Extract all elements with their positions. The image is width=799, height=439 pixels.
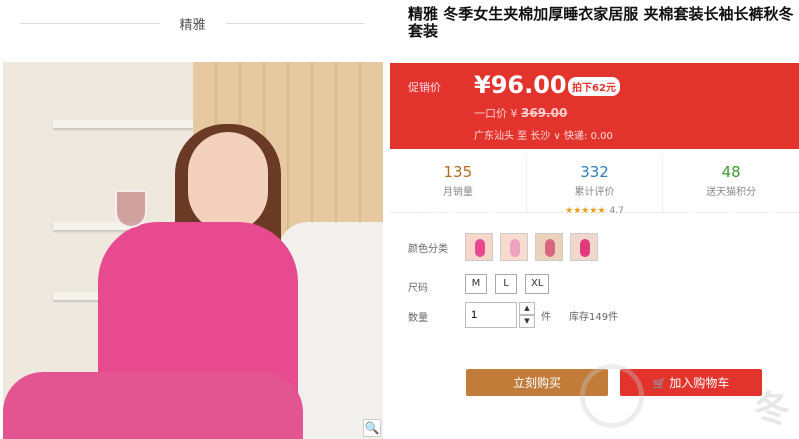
quantity-up-icon[interactable]: ▲: [519, 302, 535, 315]
size-option-l[interactable]: L: [495, 274, 517, 294]
swatch-thumbnail: [545, 239, 555, 257]
stat-monthly-sales: 135 月销量: [390, 155, 527, 212]
stat-value: 135: [443, 163, 473, 181]
quantity-label: 数量: [408, 313, 428, 324]
product-page: 精雅 🔍 精雅 冬季女生夹棉加厚睡衣家居服 夹棉套装长袖长裤秋冬套装 促销价 ¥…: [0, 0, 799, 439]
quantity-input[interactable]: [465, 302, 517, 328]
watermark-glyph: 冬: [753, 389, 790, 430]
price-panel: 促销价 ¥96.00 拍下62元 一口价 ¥ 369.00 广东汕头 至 长沙 …: [390, 63, 799, 149]
stat-label: 送天猫积分: [706, 187, 757, 198]
stats-bar: 135 月销量 332 累计评价 ★★★★★ 4.7 48 送天猫积分: [390, 155, 799, 216]
star-icons: ★★★★★: [565, 206, 606, 216]
size-option-m[interactable]: M: [465, 274, 487, 294]
swatch-thumbnail: [580, 239, 590, 257]
gallery: 精雅 🔍: [0, 0, 385, 439]
original-price-value: 369.00: [521, 106, 568, 120]
quantity-buttons: ▲ ▼: [519, 302, 535, 328]
quantity-down-icon[interactable]: ▼: [519, 315, 535, 328]
stat-reviews[interactable]: 332 累计评价 ★★★★★ 4.7: [527, 155, 664, 216]
divider: [20, 22, 160, 24]
swatch-thumbnail: [475, 239, 485, 257]
color-swatch[interactable]: [500, 233, 528, 261]
product-photo[interactable]: 🔍: [3, 62, 383, 439]
quantity-stepper: ▲ ▼ 件 库存149件: [465, 302, 618, 328]
color-label: 颜色分类: [408, 244, 448, 255]
watermark-logo: [580, 364, 644, 428]
wine-glass: [115, 190, 147, 228]
stock-count: 库存149件: [569, 311, 619, 323]
store-header: 精雅: [0, 0, 385, 46]
color-swatch[interactable]: [570, 233, 598, 261]
shipping-info[interactable]: 广东汕头 至 长沙 ∨ 快递: 0.00: [474, 127, 613, 142]
size-option-xl[interactable]: XL: [525, 274, 550, 294]
stat-label: 月销量: [442, 187, 473, 198]
stat-points: 48 送天猫积分: [663, 155, 799, 212]
divider: [225, 22, 366, 24]
stat-label: 累计评价: [574, 187, 615, 198]
model-pants: [3, 372, 303, 439]
color-swatch[interactable]: [535, 233, 563, 261]
product-title: 精雅 冬季女生夹棉加厚睡衣家居服 夹棉套装长袖长裤秋冬套装: [408, 5, 794, 40]
size-label: 尺码: [408, 283, 428, 294]
original-price-label: 一口价: [474, 107, 507, 120]
shelf: [53, 120, 193, 128]
store-name[interactable]: 精雅: [180, 14, 206, 33]
size-options: M L XL: [465, 274, 550, 294]
quantity-unit: 件: [541, 311, 551, 323]
magnifier-icon[interactable]: 🔍: [363, 419, 381, 437]
color-swatches: [465, 233, 598, 261]
promo-price-label: 促销价: [408, 81, 441, 94]
model-face: [188, 132, 268, 232]
original-price: 一口价 ¥ 369.00: [474, 105, 567, 121]
original-price-currency: ¥: [510, 107, 518, 120]
stat-value[interactable]: 332: [527, 163, 663, 181]
rating-score: 4.7: [609, 206, 624, 216]
discount-badge: 拍下62元: [568, 77, 620, 96]
color-swatch[interactable]: [465, 233, 493, 261]
watermark: 冬: [580, 360, 790, 434]
promo-price: ¥96.00: [474, 71, 567, 99]
swatch-thumbnail: [510, 239, 520, 257]
stat-value: 48: [721, 163, 741, 181]
rating-stars: ★★★★★ 4.7: [565, 206, 624, 216]
